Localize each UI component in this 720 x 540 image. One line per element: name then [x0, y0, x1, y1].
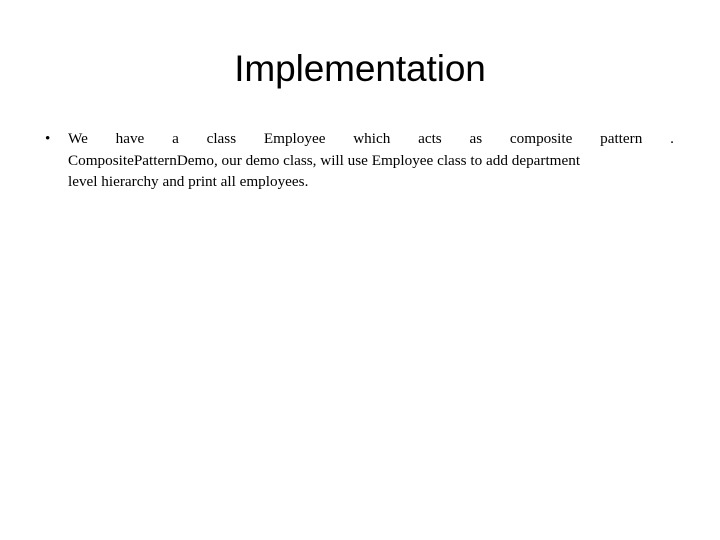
bullet-icon: • — [45, 130, 51, 147]
body-word: a — [172, 130, 179, 147]
slide-body: • We have a class Employee which acts as… — [40, 128, 674, 193]
body-word: acts — [418, 130, 442, 147]
page-title: Implementation — [234, 48, 486, 89]
body-word: class — [206, 130, 237, 147]
body-word: We — [68, 130, 88, 147]
body-line-1: We have a class Employee which acts as c… — [68, 128, 674, 150]
body-word: as — [469, 130, 483, 147]
body-word: Employee — [263, 130, 326, 147]
list-item: • We have a class Employee which acts as… — [40, 128, 674, 193]
body-word: which — [353, 130, 391, 147]
body-line-2: CompositePatternDemo, our demo class, wi… — [68, 151, 581, 169]
list-item-text: We have a class Employee which acts as c… — [68, 128, 674, 193]
body-word: pattern — [600, 130, 643, 147]
body-word: . — [670, 130, 674, 147]
body-word: have — [115, 130, 145, 147]
slide-canvas: Implementation • We have a class Employe… — [0, 0, 720, 540]
body-line-3: level hierarchy and print all employees. — [68, 173, 309, 190]
body-word: composite — [509, 130, 573, 147]
